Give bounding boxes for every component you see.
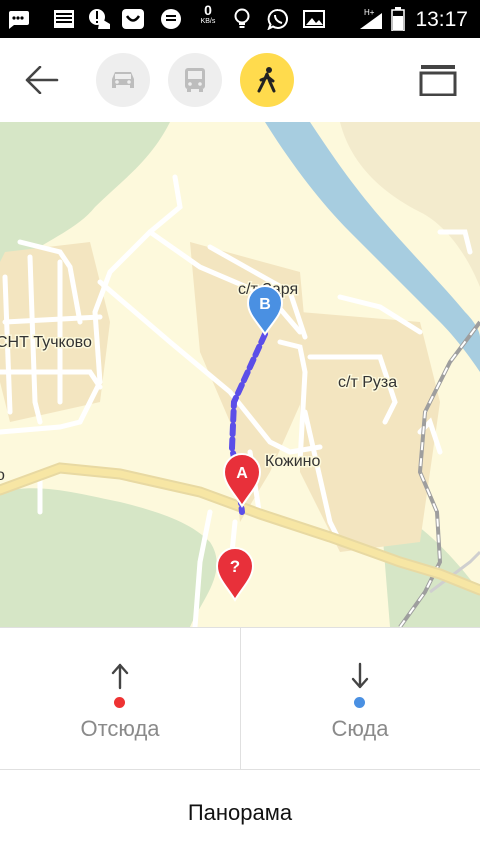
car-icon: [112, 72, 134, 88]
signal-icon: H+: [356, 7, 386, 31]
pin-a-letter: A: [236, 465, 248, 482]
smile-app-icon: [121, 7, 145, 31]
to-dot: [354, 697, 365, 708]
bus-mode-button[interactable]: [168, 53, 222, 107]
clock: 13:17: [415, 8, 468, 31]
arrow-up-icon: [111, 663, 129, 690]
notification-icon: [88, 7, 112, 31]
viber-icon: [266, 7, 290, 31]
from-here-button[interactable]: Отсюда: [0, 628, 241, 769]
speed-value: 0: [204, 2, 212, 18]
speed-unit: KB/s: [200, 18, 216, 25]
bus-icon: [185, 68, 205, 92]
panorama-label: Панорама: [187, 800, 293, 825]
route-panel: Отсюда Сюда Панорама: [0, 627, 480, 855]
pedestrian-icon: [257, 67, 276, 93]
layers-button[interactable]: [410, 52, 466, 108]
chat-icon: [159, 7, 183, 31]
map-canvas[interactable]: СНТ Тучково с/т Заря с/т Руза Кожино о B…: [0, 122, 480, 627]
car-mode-button[interactable]: [96, 53, 150, 107]
from-dot: [114, 697, 125, 708]
arrow-left-icon: [25, 66, 59, 94]
to-here-label: Сюда: [331, 716, 389, 741]
route-toolbar: [0, 38, 480, 123]
speed-indicator: 0 KB/s: [196, 2, 220, 28]
from-here-label: Отсюда: [80, 716, 160, 741]
arrow-down-icon: [351, 662, 369, 689]
back-button[interactable]: [14, 52, 70, 108]
label-kozhino: Кожино: [265, 453, 321, 470]
map-view[interactable]: СНТ Тучково с/т Заря с/т Руза Кожино о B…: [0, 122, 480, 627]
label-st-ruza: с/т Руза: [338, 374, 397, 391]
image-icon: [302, 7, 326, 31]
panorama-button[interactable]: Панорама: [0, 769, 480, 856]
label-snt-tuchkovo: СНТ Тучково: [0, 334, 92, 351]
pin-unknown-glyph: ?: [230, 557, 240, 576]
label-left-edge: о: [0, 467, 5, 484]
walk-mode-button[interactable]: [240, 53, 294, 107]
pin-b-letter: B: [259, 296, 271, 313]
bulb-icon: [230, 7, 254, 31]
layers-icon: [419, 65, 457, 96]
messaging-icon: [6, 7, 30, 31]
to-here-button[interactable]: Сюда: [240, 628, 480, 769]
keyboard-icon: [52, 7, 76, 31]
network-type: H+: [364, 8, 375, 17]
battery-icon: [386, 7, 410, 31]
status-bar: 0 KB/s H+ 13:17: [0, 0, 480, 38]
